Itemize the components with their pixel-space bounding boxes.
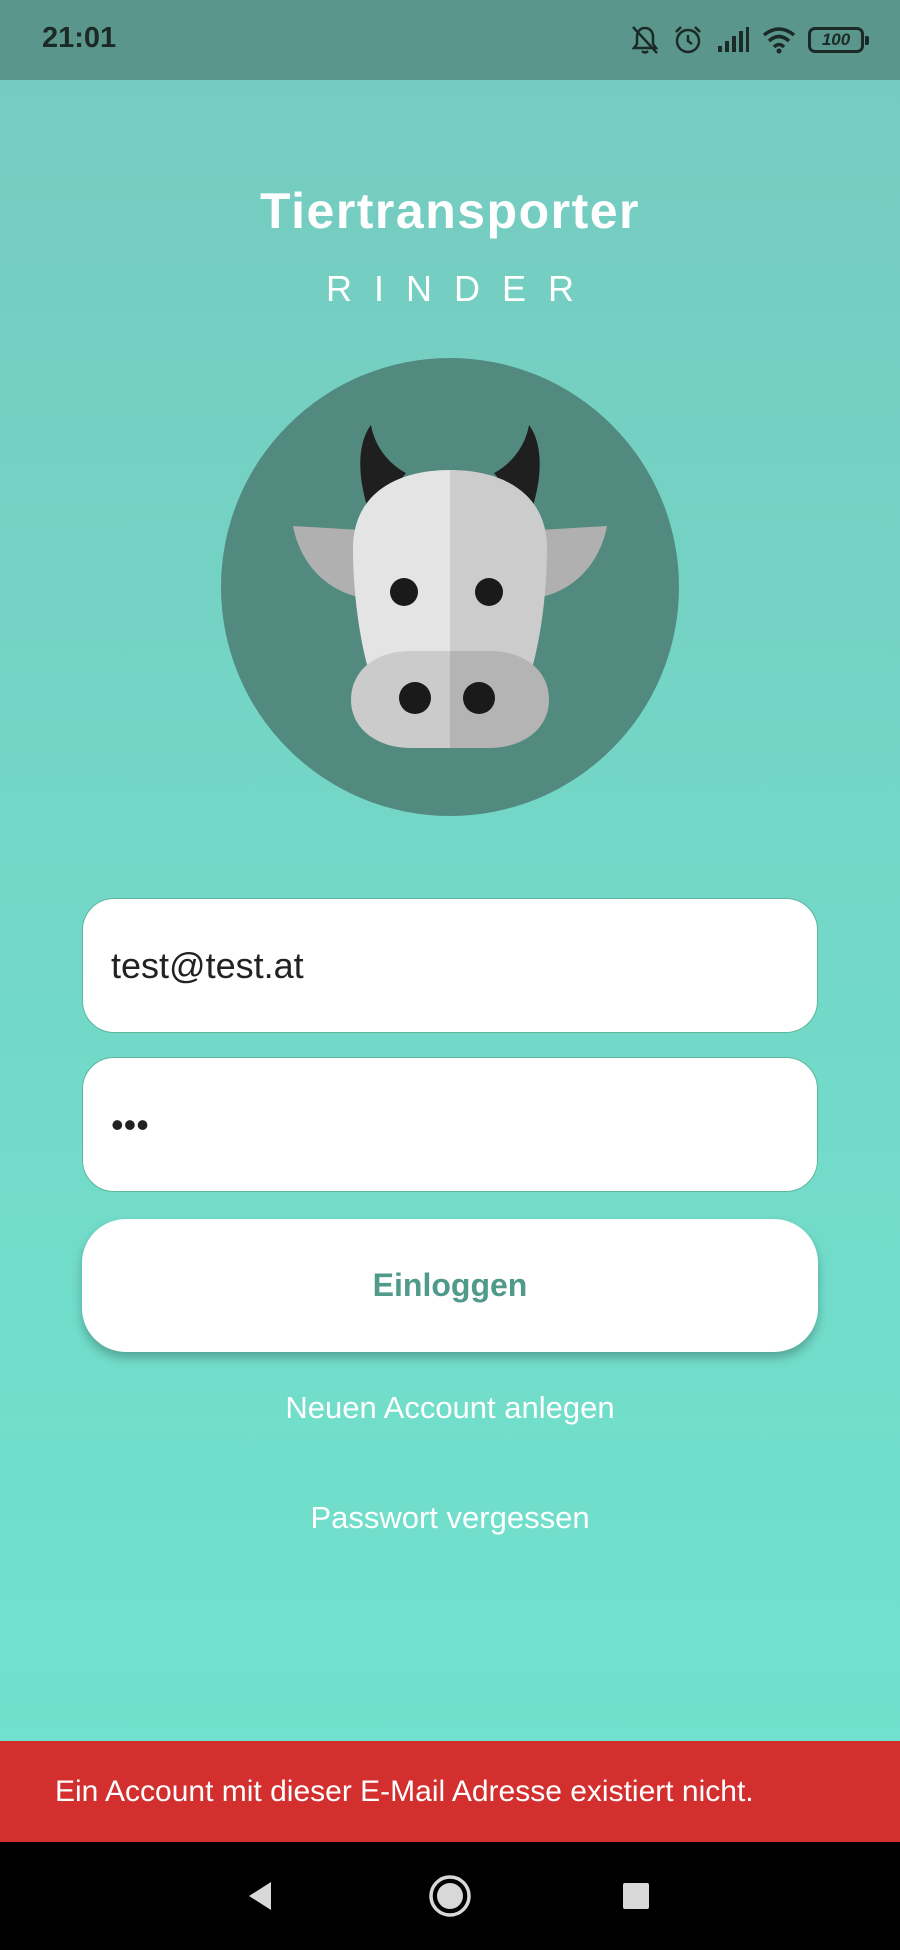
forgot-password-link-row: Passwort vergessen xyxy=(0,1500,900,1536)
create-account-link-row: Neuen Account anlegen xyxy=(0,1390,900,1426)
back-icon[interactable] xyxy=(232,1868,288,1924)
login-screen: 21:01 100 Tiertransporter RINDER test@te… xyxy=(0,0,900,1950)
status-time: 21:01 xyxy=(42,22,117,54)
status-bar: 21:01 100 xyxy=(0,0,900,80)
bell-off-icon xyxy=(630,24,660,56)
password-field[interactable]: ••• xyxy=(82,1057,818,1192)
snackbar-message: Ein Account mit dieser E-Mail Adresse ex… xyxy=(55,1774,754,1808)
app-title: Tiertransporter xyxy=(259,183,641,239)
login-button[interactable]: Einloggen xyxy=(82,1219,818,1352)
error-snackbar: Ein Account mit dieser E-Mail Adresse ex… xyxy=(0,1741,900,1842)
email-field[interactable] xyxy=(82,898,818,1033)
alarm-icon xyxy=(672,24,704,56)
navigation-bar xyxy=(0,1842,900,1950)
app-subtitle: RINDER xyxy=(325,268,596,309)
home-icon[interactable] xyxy=(422,1868,478,1924)
recents-icon[interactable] xyxy=(608,1868,664,1924)
email-input[interactable] xyxy=(111,944,817,987)
create-account-link[interactable]: Neuen Account anlegen xyxy=(285,1390,614,1425)
password-input[interactable]: ••• xyxy=(111,1104,149,1146)
wifi-icon xyxy=(762,26,796,54)
battery-icon: 100 xyxy=(808,27,869,53)
cow-icon xyxy=(221,358,679,816)
forgot-password-link[interactable]: Passwort vergessen xyxy=(310,1500,589,1535)
status-icons: 100 xyxy=(630,20,869,60)
battery-level: 100 xyxy=(821,30,851,49)
signal-icon xyxy=(716,26,750,54)
